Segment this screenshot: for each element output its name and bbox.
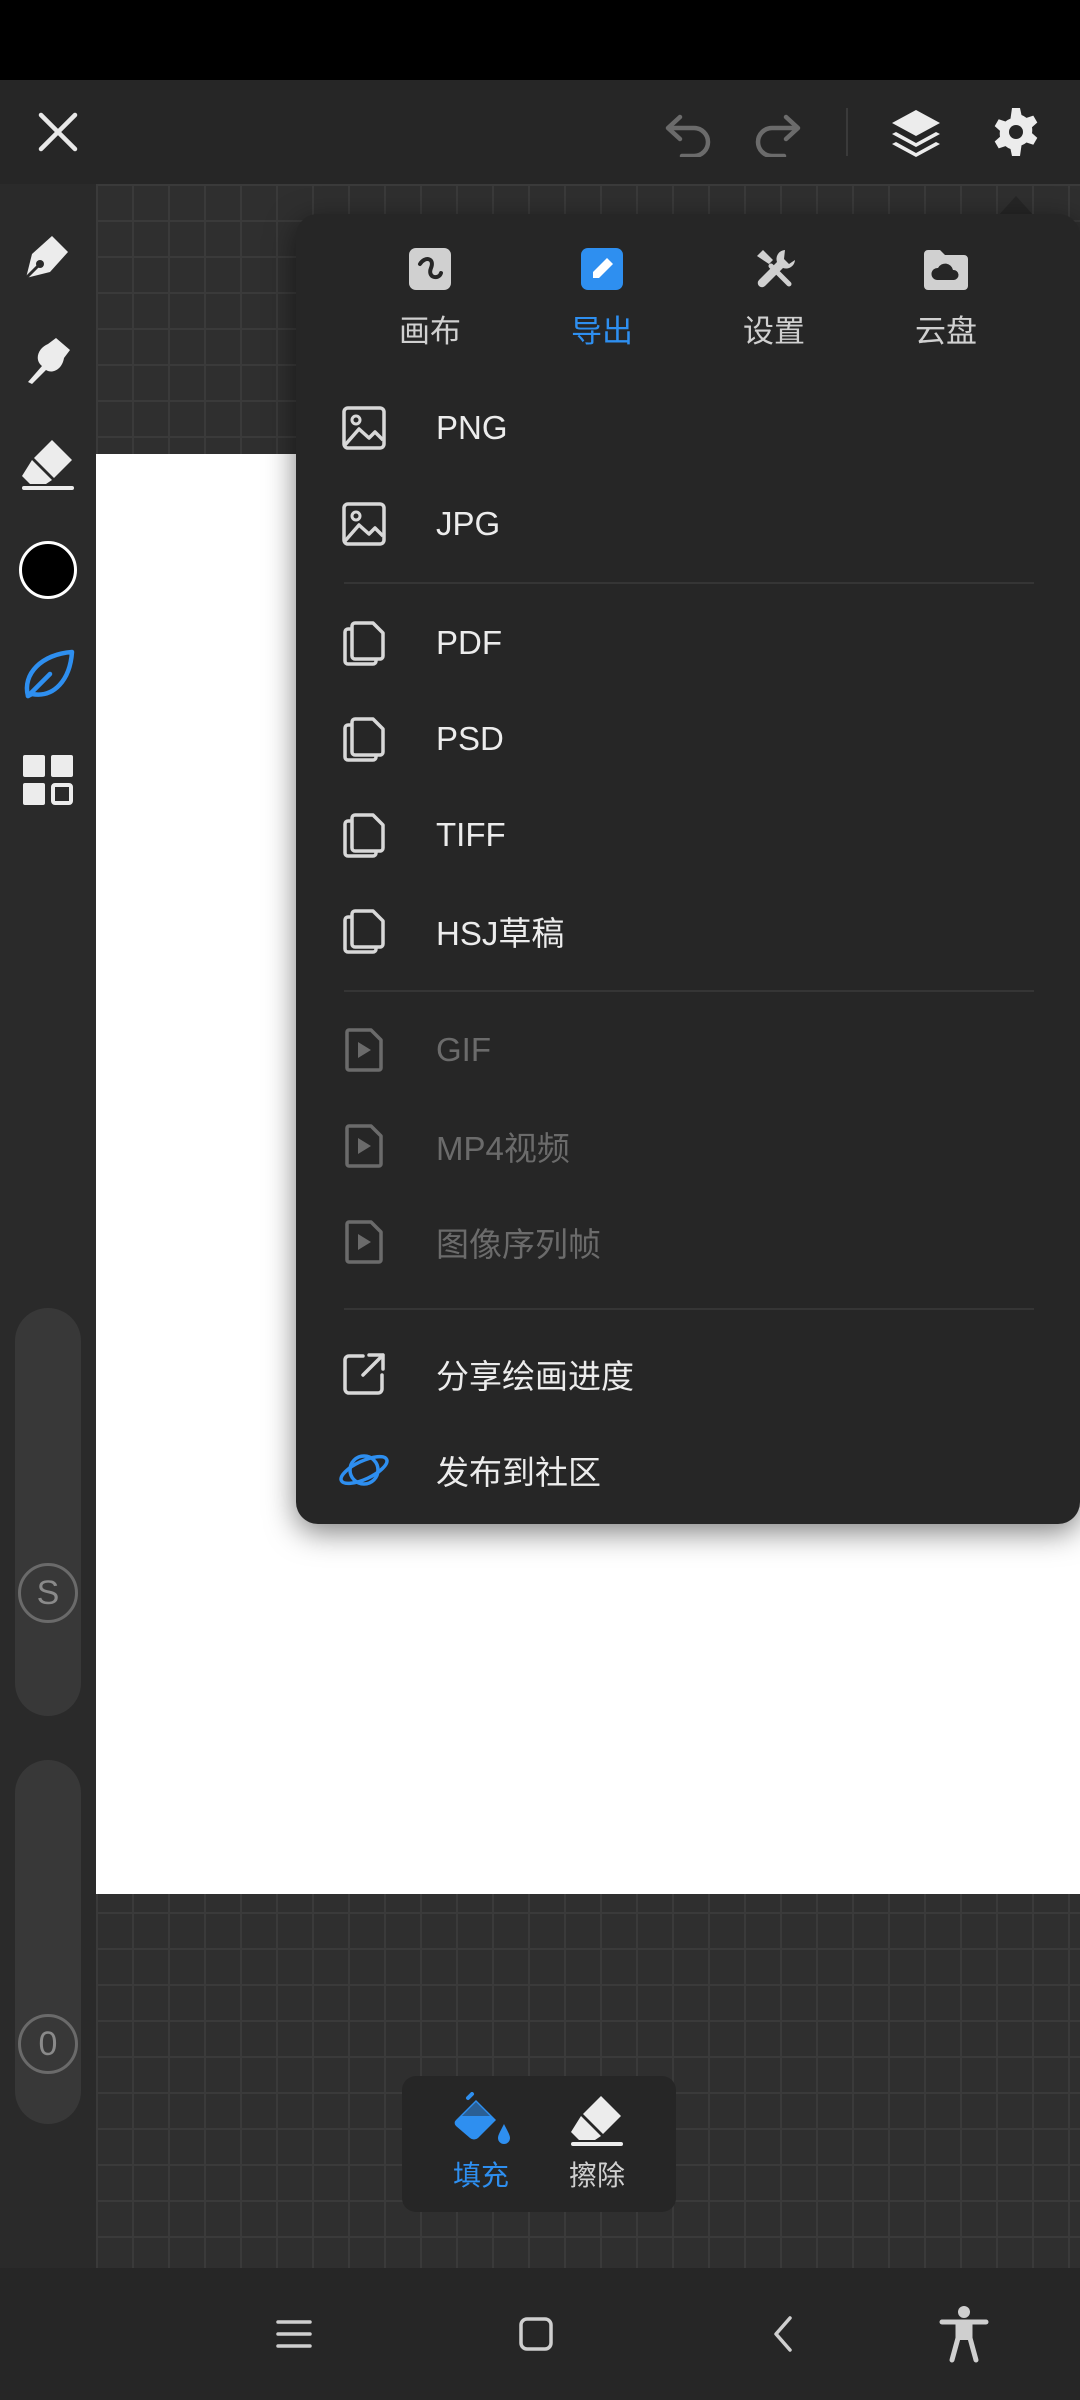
- tab-export-label: 导出: [571, 314, 633, 349]
- settings-button[interactable]: [986, 102, 1046, 162]
- video-file-icon: [345, 1028, 383, 1072]
- eraser-icon: [571, 2096, 623, 2146]
- top-toolbar: [0, 80, 1080, 184]
- export-tiff-item[interactable]: TIFF: [336, 795, 1040, 875]
- layers-icon: [892, 110, 940, 157]
- tab-canvas[interactable]: 画布: [370, 244, 490, 354]
- chevron-left-icon: [774, 2316, 792, 2352]
- export-icon: [581, 248, 623, 290]
- recent-apps-button[interactable]: [258, 2298, 330, 2370]
- export-gif-item[interactable]: GIF: [336, 1010, 1040, 1090]
- tab-settings-label: 设置: [743, 314, 805, 349]
- menu-lines-icon: [276, 2320, 312, 2348]
- planet-icon: [339, 1454, 389, 1486]
- canvas-icon: [409, 248, 451, 290]
- accessibility-icon: [939, 2306, 989, 2363]
- status-bar: [0, 0, 1080, 80]
- image-icon: [342, 406, 386, 450]
- menu-divider: [344, 582, 1034, 584]
- undo-icon: [665, 114, 711, 157]
- opacity-handle[interactable]: 0: [18, 2014, 78, 2074]
- copy-icon: [343, 621, 385, 666]
- tab-canvas-label: 画布: [399, 314, 461, 349]
- eraser-icon: [22, 440, 74, 490]
- redo-icon: [755, 114, 801, 157]
- fill-button[interactable]: 填充: [426, 2092, 536, 2202]
- cloud-folder-icon: [924, 250, 968, 290]
- copy-icon: [343, 813, 385, 858]
- export-hsj-item[interactable]: HSJ草稿: [336, 891, 1040, 971]
- tab-cloud-label: 云盘: [915, 314, 977, 349]
- leaf-icon: [24, 649, 75, 699]
- export-sequence-item[interactable]: 图像序列帧: [336, 1202, 1040, 1282]
- brush-tool-button[interactable]: [8, 216, 88, 296]
- video-file-icon: [345, 1124, 383, 1168]
- brush-size-slider[interactable]: S: [15, 1308, 81, 1716]
- copy-icon: [343, 717, 385, 762]
- export-psd-label: PSD: [436, 720, 504, 757]
- left-toolbar: S 0: [0, 184, 96, 2268]
- export-mp4-item[interactable]: MP4视频: [336, 1106, 1040, 1186]
- tab-settings[interactable]: 设置: [714, 244, 834, 354]
- layers-button[interactable]: [886, 102, 946, 162]
- copy-icon: [343, 909, 385, 954]
- fill-label: 填充: [452, 2160, 509, 2191]
- redo-button[interactable]: [748, 102, 808, 162]
- export-png-item[interactable]: PNG: [336, 388, 1040, 468]
- home-button[interactable]: [500, 2298, 572, 2370]
- eraser-tool-button[interactable]: [8, 424, 88, 504]
- export-psd-item[interactable]: PSD: [336, 699, 1040, 779]
- export-pdf-item[interactable]: PDF: [336, 603, 1040, 683]
- tab-export[interactable]: 导出: [542, 244, 662, 354]
- menu-divider: [344, 990, 1034, 992]
- publish-community-label: 发布到社区: [436, 1454, 601, 1491]
- menu-tabs: 画布 导出 设置 云盘: [296, 214, 1080, 364]
- brush-library-button[interactable]: [8, 634, 88, 714]
- smudge-tool-button[interactable]: [8, 320, 88, 400]
- export-png-label: PNG: [436, 409, 508, 446]
- smudge-icon: [28, 338, 70, 384]
- video-file-icon: [345, 1220, 383, 1264]
- color-picker-button[interactable]: [8, 530, 88, 610]
- erase-label: 擦除: [568, 2160, 625, 2191]
- export-hsj-label: HSJ草稿: [436, 915, 565, 952]
- image-icon: [342, 502, 386, 546]
- brush-size-handle[interactable]: S: [18, 1563, 78, 1623]
- share-progress-item[interactable]: 分享绘画进度: [336, 1334, 1040, 1414]
- share-progress-label: 分享绘画进度: [436, 1358, 634, 1395]
- export-sequence-label: 图像序列帧: [436, 1226, 601, 1263]
- share-icon: [343, 1353, 385, 1395]
- grid-icon: [23, 755, 73, 805]
- paint-bucket-icon: [454, 2092, 510, 2144]
- fill-erase-popup: 填充 擦除: [402, 2076, 676, 2212]
- tab-cloud[interactable]: 云盘: [886, 244, 1006, 354]
- export-jpg-label: JPG: [436, 505, 501, 542]
- more-tools-button[interactable]: [8, 740, 88, 820]
- export-jpg-item[interactable]: JPG: [336, 484, 1040, 564]
- home-square-icon: [519, 2317, 553, 2351]
- back-button[interactable]: [748, 2298, 820, 2370]
- tools-icon: [757, 250, 795, 288]
- toolbar-divider: [846, 108, 848, 156]
- menu-pointer-arrow: [998, 196, 1034, 216]
- publish-community-item[interactable]: 发布到社区: [336, 1430, 1040, 1510]
- system-nav-bar: [0, 2268, 1080, 2400]
- opacity-slider[interactable]: 0: [15, 1760, 81, 2124]
- undo-button[interactable]: [658, 102, 718, 162]
- menu-divider: [344, 1308, 1034, 1310]
- export-tiff-label: TIFF: [436, 816, 506, 853]
- close-icon: [38, 112, 78, 152]
- current-color-swatch: [19, 541, 77, 599]
- export-menu: 画布 导出 设置 云盘 PNG JPG PDF PSD TIFF HSJ草稿 G…: [296, 214, 1080, 1524]
- close-button[interactable]: [28, 102, 88, 162]
- accessibility-button[interactable]: [928, 2298, 1000, 2370]
- erase-button[interactable]: 擦除: [542, 2092, 652, 2202]
- gear-icon: [994, 108, 1038, 156]
- pen-nib-icon: [24, 236, 68, 280]
- export-gif-label: GIF: [436, 1031, 491, 1068]
- export-pdf-label: PDF: [436, 624, 502, 661]
- export-mp4-label: MP4视频: [436, 1130, 570, 1167]
